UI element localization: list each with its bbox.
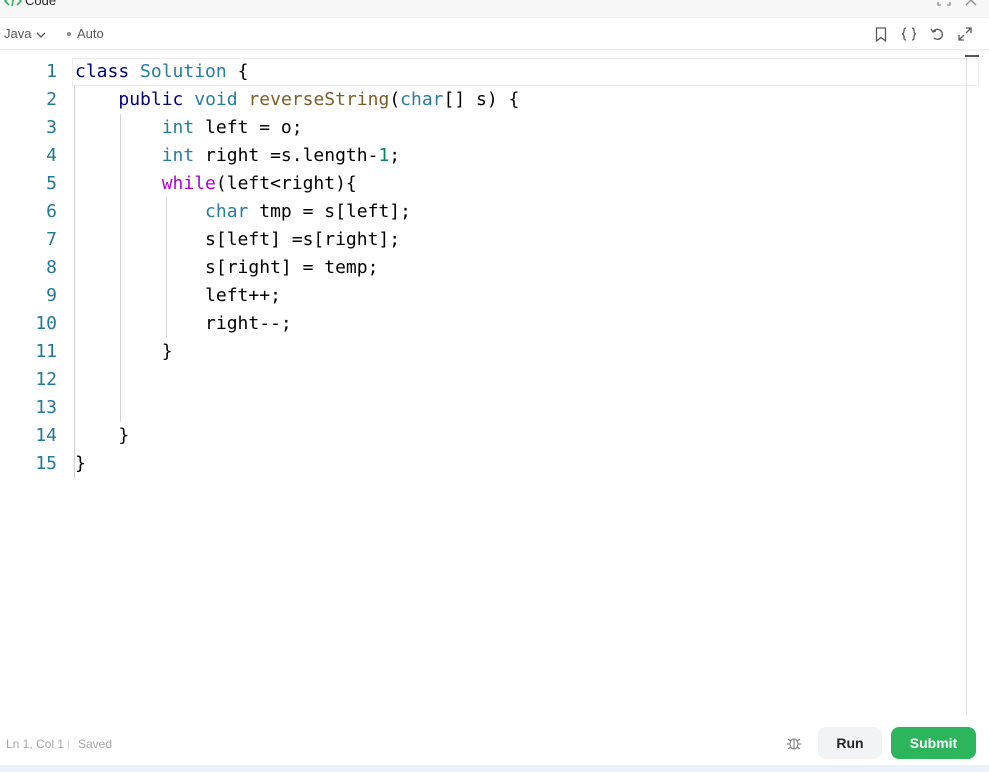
code-icon <box>4 0 22 8</box>
code-line: 10 right--; <box>0 310 965 338</box>
run-button[interactable]: Run <box>818 727 882 759</box>
code-line: 14 } <box>0 422 965 450</box>
editor-toolbar: Java Auto <box>0 19 989 50</box>
line-number: 9 <box>46 285 57 306</box>
code-line: 8 s[right] = temp; <box>0 254 965 282</box>
save-status: Saved <box>78 737 113 751</box>
editor-footer: Ln 1, Col 1 | Saved Run Submit <box>0 715 989 765</box>
submit-button[interactable]: Submit <box>891 727 976 759</box>
code-text: while(left<right){ <box>161 173 357 194</box>
code-text: } <box>75 425 130 446</box>
line-number: 11 <box>35 341 57 362</box>
line-number: 10 <box>35 313 57 334</box>
line-number: 7 <box>46 229 57 250</box>
code-text: s[right] = temp; <box>75 257 379 278</box>
code-token: public <box>118 89 184 110</box>
auto-mode-toggle[interactable]: Auto <box>67 26 104 41</box>
panel-title-bar: Code <box>0 0 989 18</box>
maximize-icon[interactable] <box>937 0 951 6</box>
line-number: 2 <box>46 89 57 110</box>
line-number: 15 <box>35 453 57 474</box>
close-icon[interactable] <box>965 0 977 6</box>
fullscreen-icon[interactable] <box>957 26 973 42</box>
bottom-strip <box>0 765 989 772</box>
reset-icon[interactable] <box>929 26 945 42</box>
status-separator: | <box>67 737 71 751</box>
line-number: 8 <box>46 257 57 278</box>
code-line: 11 } <box>0 338 965 366</box>
code-text: } <box>75 341 173 362</box>
code-text: public void reverseString(char[] s) { <box>118 89 520 110</box>
code-token: reverseString <box>248 89 390 110</box>
code-token: 1 <box>378 145 390 166</box>
code-line: 15 } <box>0 450 965 478</box>
line-number: 4 <box>46 145 57 166</box>
code-text: s[left] =s[right]; <box>75 229 401 250</box>
code-line: 1 class Solution { <box>0 58 965 86</box>
dot-icon <box>67 31 71 36</box>
code-text: } <box>75 453 86 474</box>
format-braces-icon[interactable] <box>901 26 917 42</box>
code-text: left++; <box>75 285 281 306</box>
code-token: while <box>161 173 216 194</box>
code-line: 12 <box>0 366 965 394</box>
code-text: right--; <box>75 313 292 334</box>
code-tab[interactable]: Code <box>4 0 56 8</box>
debug-icon[interactable] <box>786 735 802 751</box>
scrollbar-cursor-marker <box>965 55 979 57</box>
code-token: class <box>75 61 130 82</box>
line-number: 12 <box>35 369 57 390</box>
code-line: 9 left++; <box>0 282 965 310</box>
code-text: int right =s.length-1; <box>161 145 401 166</box>
code-text: class Solution { <box>75 61 249 82</box>
code-editor[interactable]: 1 class Solution { 2 public void reverse… <box>0 50 989 716</box>
line-number: 5 <box>46 173 57 194</box>
code-text: char tmp = s[left]; <box>205 201 411 222</box>
code-token: char <box>205 201 249 222</box>
code-token: Solution <box>140 61 227 82</box>
line-number: 1 <box>46 61 57 82</box>
language-label: Java <box>4 26 32 41</box>
code-token: int <box>161 145 195 166</box>
code-line: 4 int right =s.length-1; <box>0 142 965 170</box>
language-select[interactable]: Java <box>4 26 46 41</box>
code-token: char <box>400 89 444 110</box>
vertical-scrollbar[interactable] <box>966 56 967 716</box>
cursor-position: Ln 1, Col 1 <box>6 737 65 751</box>
code-token: void <box>194 89 238 110</box>
auto-mode-label: Auto <box>77 26 104 41</box>
code-line: 7 s[left] =s[right]; <box>0 226 965 254</box>
line-number: 3 <box>46 117 57 138</box>
code-token: int <box>161 117 195 138</box>
code-line: 3 int left = o; <box>0 114 965 142</box>
line-number: 14 <box>35 425 57 446</box>
code-line: 13 <box>0 394 965 422</box>
bookmark-icon[interactable] <box>873 26 889 42</box>
code-line: 5 while(left<right){ <box>0 170 965 198</box>
line-number: 13 <box>35 397 57 418</box>
code-line: 2 public void reverseString(char[] s) { <box>0 86 965 114</box>
chevron-down-icon <box>36 26 46 41</box>
line-number: 6 <box>46 201 57 222</box>
code-text: int left = o; <box>161 117 303 138</box>
panel-title: Code <box>25 0 57 8</box>
code-line: 6 char tmp = s[left]; <box>0 198 965 226</box>
